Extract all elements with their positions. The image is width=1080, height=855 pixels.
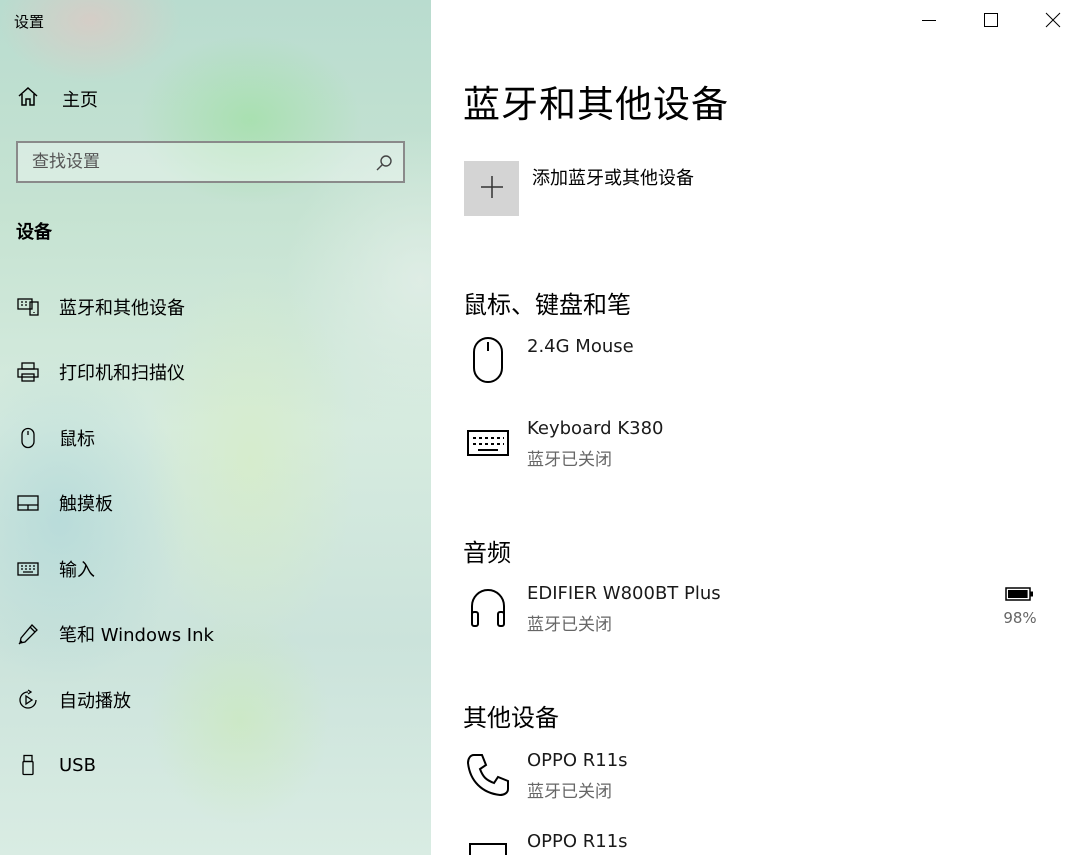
sidebar-item-label: 笔和 Windows Ink bbox=[59, 621, 214, 647]
nav-home-label: 主页 bbox=[62, 86, 98, 112]
keyboard-icon bbox=[463, 418, 513, 468]
maximize-icon bbox=[983, 12, 999, 32]
search-box[interactable] bbox=[16, 141, 405, 183]
device-computer[interactable]: OPPO R11s bbox=[463, 831, 1063, 855]
computer-icon bbox=[463, 831, 513, 855]
mouse-icon bbox=[16, 426, 40, 450]
device-status: 蓝牙已关闭 bbox=[527, 777, 612, 802]
sidebar-item-label: USB bbox=[59, 755, 96, 776]
search-input[interactable] bbox=[18, 143, 372, 181]
device-name: OPPO R11s bbox=[527, 831, 628, 852]
maximize-button[interactable] bbox=[971, 6, 1011, 38]
group-heading-input: 鼠标、键盘和笔 bbox=[463, 285, 631, 320]
group-heading-audio: 音频 bbox=[463, 533, 511, 568]
sidebar-item-usb[interactable]: USB bbox=[0, 733, 431, 799]
sidebar-item-bluetooth[interactable]: 蓝牙和其他设备 bbox=[0, 274, 431, 340]
app-title: 设置 bbox=[14, 11, 44, 32]
sidebar-item-label: 打印机和扫描仪 bbox=[59, 359, 185, 385]
sidebar-item-mouse[interactable]: 鼠标 bbox=[0, 405, 431, 471]
battery-fill bbox=[1008, 590, 1028, 598]
minimize-icon bbox=[921, 12, 937, 32]
nav-home[interactable]: 主页 bbox=[16, 84, 98, 114]
sidebar-item-autoplay[interactable]: 自动播放 bbox=[0, 667, 431, 733]
sidebar-item-label: 输入 bbox=[59, 556, 95, 582]
device-name: OPPO R11s bbox=[527, 750, 628, 771]
group-heading-other: 其他设备 bbox=[463, 698, 559, 733]
device-status: 蓝牙已关闭 bbox=[527, 445, 612, 470]
sidebar-item-label: 触摸板 bbox=[59, 490, 113, 516]
battery-indicator: 98% bbox=[1000, 586, 1040, 627]
pen-icon bbox=[16, 622, 40, 646]
bluetooth-devices-icon bbox=[16, 295, 40, 319]
keyboard-icon bbox=[16, 557, 40, 581]
sidebar-item-touchpad[interactable]: 触摸板 bbox=[0, 471, 431, 537]
add-device-button[interactable] bbox=[464, 161, 519, 216]
sidebar-nav: 蓝牙和其他设备 打印机和扫描仪 鼠标 触摸板 bbox=[0, 274, 431, 798]
search-icon[interactable] bbox=[375, 154, 393, 176]
sidebar-item-pen[interactable]: 笔和 Windows Ink bbox=[0, 602, 431, 668]
device-headphones[interactable]: EDIFIER W800BT Plus 蓝牙已关闭 bbox=[463, 583, 1063, 647]
add-device-label[interactable]: 添加蓝牙或其他设备 bbox=[532, 164, 694, 190]
sidebar-item-label: 蓝牙和其他设备 bbox=[59, 294, 185, 320]
main-content: 蓝牙和其他设备 添加蓝牙或其他设备 鼠标、键盘和笔 2.4G Mouse Key… bbox=[431, 0, 1080, 855]
sidebar-item-label: 鼠标 bbox=[59, 425, 95, 451]
device-name: 2.4G Mouse bbox=[527, 336, 634, 357]
minimize-button[interactable] bbox=[909, 6, 949, 38]
sidebar-item-label: 自动播放 bbox=[59, 687, 131, 713]
phone-icon bbox=[463, 750, 513, 800]
battery-icon bbox=[1005, 587, 1035, 606]
plus-icon bbox=[479, 174, 505, 204]
close-button[interactable] bbox=[1033, 6, 1073, 38]
touchpad-icon bbox=[16, 491, 40, 515]
battery-percent: 98% bbox=[1000, 609, 1040, 627]
device-phone[interactable]: OPPO R11s 蓝牙已关闭 bbox=[463, 750, 1063, 814]
device-status: 蓝牙已关闭 bbox=[527, 610, 612, 635]
section-heading-devices: 设备 bbox=[16, 218, 52, 244]
home-icon bbox=[16, 85, 40, 113]
mouse-icon bbox=[463, 336, 513, 386]
usb-icon bbox=[16, 753, 40, 777]
autoplay-icon bbox=[16, 688, 40, 712]
headphones-icon bbox=[463, 583, 513, 633]
device-name: EDIFIER W800BT Plus bbox=[527, 583, 721, 604]
sidebar-item-printers[interactable]: 打印机和扫描仪 bbox=[0, 340, 431, 406]
printer-icon bbox=[16, 360, 40, 384]
settings-sidebar: 设置 主页 设备 蓝牙和其他设备 bbox=[0, 0, 431, 855]
device-name: Keyboard K380 bbox=[527, 418, 664, 439]
sidebar-item-typing[interactable]: 输入 bbox=[0, 536, 431, 602]
device-keyboard[interactable]: Keyboard K380 蓝牙已关闭 bbox=[463, 418, 1063, 482]
device-mouse[interactable]: 2.4G Mouse bbox=[463, 336, 1063, 400]
page-title: 蓝牙和其他设备 bbox=[463, 74, 729, 128]
close-icon bbox=[1045, 12, 1061, 32]
